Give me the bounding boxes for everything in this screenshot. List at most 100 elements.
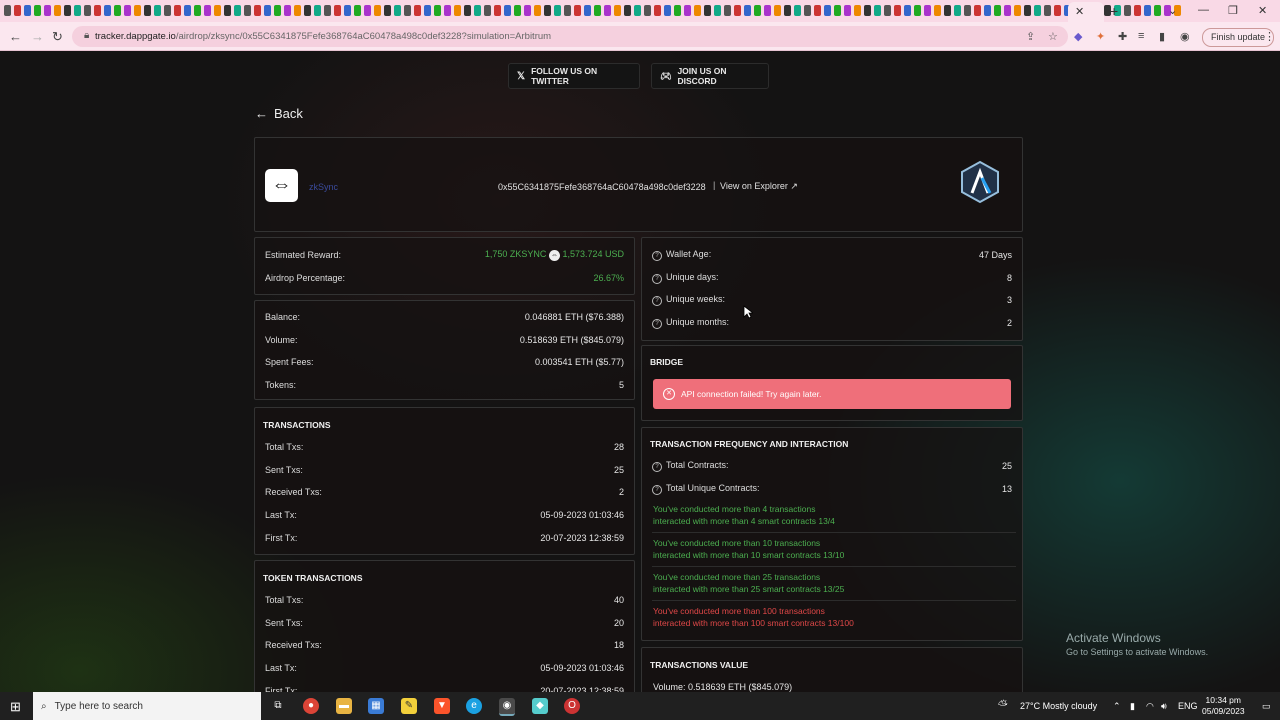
tab-favicon-icon[interactable]	[544, 5, 551, 16]
tab-favicon-icon[interactable]	[724, 5, 731, 16]
tab-favicon-icon[interactable]	[614, 5, 621, 16]
active-tab[interactable]	[1068, 2, 1104, 22]
tab-favicon-icon[interactable]	[684, 5, 691, 16]
tab-favicon-icon[interactable]	[704, 5, 711, 16]
tab-favicon-icon[interactable]	[254, 5, 261, 16]
tab-favicon-icon[interactable]	[664, 5, 671, 16]
tab-favicon-icon[interactable]	[154, 5, 161, 16]
tab-favicon-icon[interactable]	[674, 5, 681, 16]
twitter-button[interactable]: 𝕏 FOLLOW US ON TWITTER	[508, 63, 640, 89]
tab-favicon-icon[interactable]	[314, 5, 321, 16]
back-link[interactable]: ← Back	[255, 106, 303, 121]
tab-favicon-icon[interactable]	[914, 5, 921, 16]
tab-favicon-icon[interactable]	[204, 5, 211, 16]
tab-favicon-icon[interactable]	[524, 5, 531, 16]
tab-favicon-icon[interactable]	[634, 5, 641, 16]
tab-favicon-icon[interactable]	[54, 5, 61, 16]
help-icon[interactable]: ?	[652, 462, 662, 472]
edge-icon[interactable]: e	[466, 698, 482, 714]
tab-favicon-icon[interactable]	[44, 5, 51, 16]
tab-favicon-icon[interactable]	[424, 5, 431, 16]
extension-fox-icon[interactable]: ✦	[1096, 30, 1105, 43]
network-icon[interactable]: ◠	[1146, 701, 1154, 712]
tab-favicon-icon[interactable]	[994, 5, 1001, 16]
tab-favicon-icon[interactable]	[304, 5, 311, 16]
tab-favicon-icon[interactable]	[94, 5, 101, 16]
tab-favicon-icon[interactable]	[334, 5, 341, 16]
share-icon[interactable]: ⇪	[1026, 30, 1035, 43]
tab-favicon-icon[interactable]	[214, 5, 221, 16]
minimize-icon[interactable]: —	[1198, 4, 1209, 16]
help-icon[interactable]: ?	[652, 296, 662, 307]
project-name[interactable]: zkSync	[309, 182, 338, 192]
tab-favicon-icon[interactable]	[234, 5, 241, 16]
language-indicator[interactable]: ENG	[1178, 701, 1198, 711]
tab-favicon-icon[interactable]	[1154, 5, 1161, 16]
volume-icon[interactable]: 🔊︎	[1161, 701, 1167, 712]
help-icon[interactable]: ?	[652, 273, 662, 284]
tab-favicon-icon[interactable]	[434, 5, 441, 16]
chrome-icon[interactable]: ●	[303, 698, 319, 714]
tab-favicon-icon[interactable]	[754, 5, 761, 16]
tab-favicon-icon[interactable]	[14, 5, 21, 16]
tab-favicon-icon[interactable]	[964, 5, 971, 16]
weather-icon[interactable]: ⛅︎	[998, 698, 1008, 713]
tab-favicon-icon[interactable]	[764, 5, 771, 16]
tab-favicon-icon[interactable]	[874, 5, 881, 16]
tab-favicon-icon[interactable]	[904, 5, 911, 16]
tab-favicon-icon[interactable]	[164, 5, 171, 16]
tab-favicon-icon[interactable]	[734, 5, 741, 16]
tab-favicon-icon[interactable]	[774, 5, 781, 16]
tab-favicon-icon[interactable]	[814, 5, 821, 16]
tab-favicon-icon[interactable]	[594, 5, 601, 16]
tab-favicon-icon[interactable]	[264, 5, 271, 16]
back-nav-icon[interactable]: ←	[9, 29, 22, 44]
tab-favicon-icon[interactable]	[934, 5, 941, 16]
battery-icon[interactable]: ▮	[1130, 701, 1135, 712]
tab-favicon-icon[interactable]	[114, 5, 121, 16]
tab-favicon-icon[interactable]	[184, 5, 191, 16]
tab-favicon-icon[interactable]	[804, 5, 811, 16]
new-tab-button[interactable]: +	[1110, 3, 1118, 19]
tab-favicon-icon[interactable]	[794, 5, 801, 16]
tab-favicon-icon[interactable]	[414, 5, 421, 16]
tab-favicon-icon[interactable]	[194, 5, 201, 16]
tab-favicon-icon[interactable]	[894, 5, 901, 16]
tab-favicon-icon[interactable]	[504, 5, 511, 16]
tray-chevron-icon[interactable]: ⌃	[1113, 701, 1121, 712]
tab-favicon-icon[interactable]	[1144, 5, 1151, 16]
tab-favicon-icon[interactable]	[694, 5, 701, 16]
tab-favicon-icon[interactable]	[604, 5, 611, 16]
tab-favicon-icon[interactable]	[484, 5, 491, 16]
tab-favicon-icon[interactable]	[494, 5, 501, 16]
tab-favicon-icon[interactable]	[824, 5, 831, 16]
tab-favicon-icon[interactable]	[454, 5, 461, 16]
tab-favicon-icon[interactable]	[534, 5, 541, 16]
tab-favicon-icon[interactable]	[1134, 5, 1141, 16]
tab-favicon-icon[interactable]	[784, 5, 791, 16]
maximize-icon[interactable]: ❐	[1228, 4, 1238, 17]
forward-nav-icon[interactable]: →	[31, 29, 44, 44]
tab-favicon-icon[interactable]	[974, 5, 981, 16]
tab-favicon-icon[interactable]	[1054, 5, 1061, 16]
window-close-icon[interactable]: ✕	[1258, 4, 1267, 17]
tab-favicon-icon[interactable]	[364, 5, 371, 16]
extensions-puzzle-icon[interactable]: ✚	[1118, 30, 1127, 43]
tab-favicon-icon[interactable]	[294, 5, 301, 16]
tab-favicon-icon[interactable]	[344, 5, 351, 16]
clock[interactable]: 10:34 pm 05/09/2023	[1202, 695, 1245, 717]
tab-favicon-icon[interactable]	[1034, 5, 1041, 16]
reload-icon[interactable]: ↻	[52, 29, 63, 45]
tab-favicon-icon[interactable]	[574, 5, 581, 16]
tab-favicon-icon[interactable]	[4, 5, 11, 16]
opera-icon[interactable]: O	[564, 698, 580, 714]
tab-favicon-icon[interactable]	[714, 5, 721, 16]
tab-favicon-icon[interactable]	[404, 5, 411, 16]
tab-favicon-icon[interactable]	[444, 5, 451, 16]
weather-text[interactable]: 27°C Mostly cloudy	[1020, 701, 1097, 711]
taskbar-search-box[interactable]: ⌕ Type here to search	[33, 692, 261, 720]
tab-favicon-icon[interactable]	[464, 5, 471, 16]
help-icon[interactable]: ?	[652, 484, 662, 495]
url-text[interactable]: tracker.dappgate.io/airdrop/zksync/0x55C…	[95, 31, 551, 42]
tab-favicon-icon[interactable]	[1004, 5, 1011, 16]
